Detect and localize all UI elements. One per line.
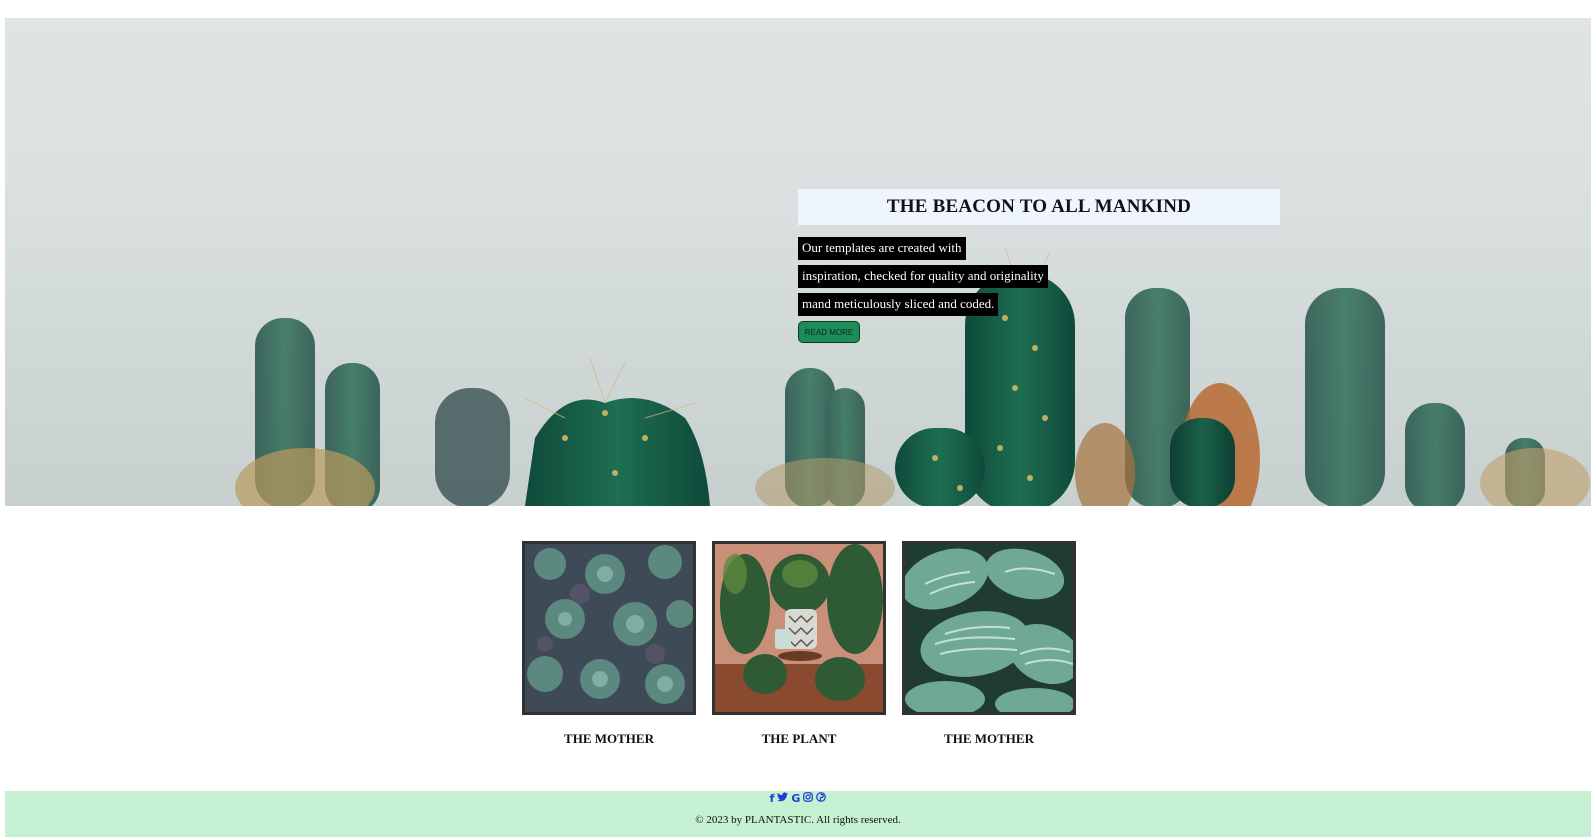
site-footer: f G © 2023 by PLANTASTIC. All rights res… xyxy=(5,791,1591,837)
copyright-text: © 2023 by PLANTASTIC. All rights reserve… xyxy=(695,814,901,826)
potted-plants-image[interactable] xyxy=(712,541,886,715)
twitter-icon[interactable] xyxy=(777,792,789,805)
succulents-image[interactable] xyxy=(522,541,696,715)
google-icon[interactable]: G xyxy=(791,792,800,805)
hero-description-line: inspiration, checked for quality and ori… xyxy=(798,265,1048,288)
gallery-caption: THE PLANT xyxy=(761,731,837,746)
gallery-caption: THE MOTHER xyxy=(944,731,1034,746)
pinterest-icon[interactable] xyxy=(816,792,827,805)
hero-banner: THE BEACON TO ALL MANKIND Our templates … xyxy=(5,18,1591,506)
hero-description: Our templates are created with inspirati… xyxy=(798,237,1048,321)
hero-description-line: mand meticulously sliced and coded. xyxy=(798,293,999,316)
hero-description-line: Our templates are created with xyxy=(798,237,966,260)
hero-title: THE BEACON TO ALL MANKIND xyxy=(798,189,1280,225)
facebook-icon[interactable]: f xyxy=(770,792,775,805)
instagram-icon[interactable] xyxy=(803,792,814,805)
gallery-card[interactable]: THE PLANT xyxy=(712,541,886,747)
striped-leaves-image[interactable] xyxy=(902,541,1076,715)
social-links: f G xyxy=(5,791,1591,805)
gallery-caption: THE MOTHER xyxy=(564,731,654,746)
read-more-button[interactable]: READ MORE xyxy=(798,321,860,343)
gallery-card[interactable]: THE MOTHER xyxy=(522,541,696,747)
plant-gallery: THE MOTHER THE PLANT THE MOTHER xyxy=(522,541,1076,747)
gallery-card[interactable]: THE MOTHER xyxy=(902,541,1076,747)
